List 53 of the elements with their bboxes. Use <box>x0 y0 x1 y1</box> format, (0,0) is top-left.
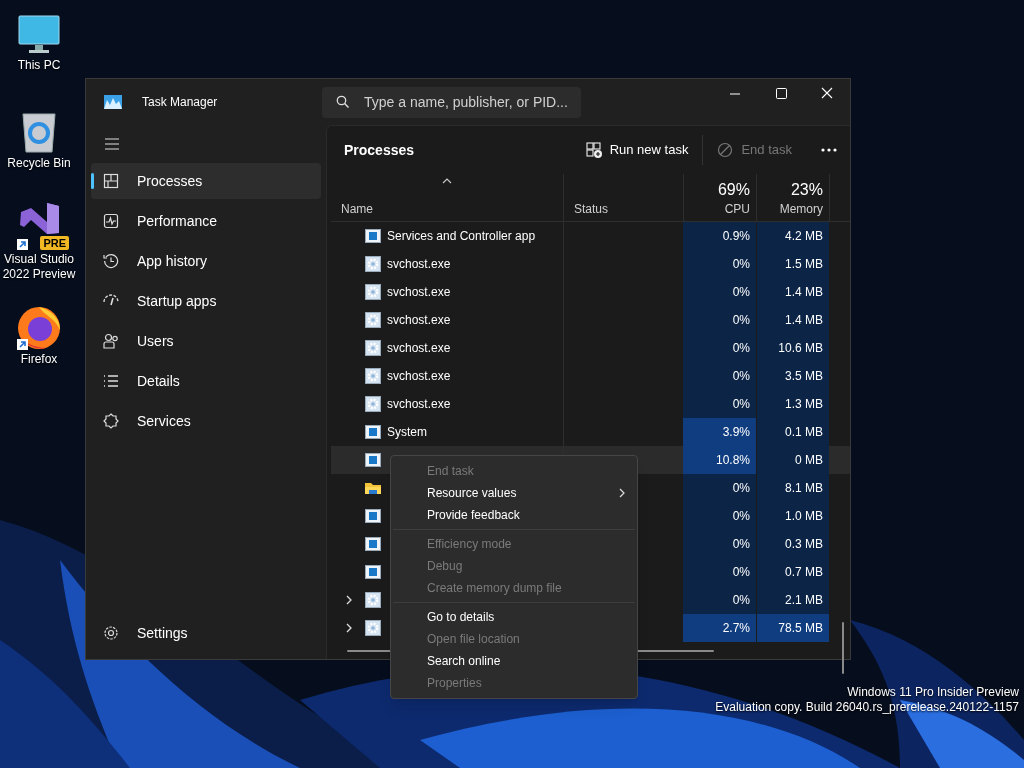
cpu-cell: 0% <box>683 474 756 502</box>
memory-cell: 0.1 MB <box>756 418 829 446</box>
desktop-icon-label: This PC <box>17 58 61 73</box>
memory-cell: 1.4 MB <box>756 278 829 306</box>
cpu-cell: 0% <box>683 586 756 614</box>
cpu-cell: 0% <box>683 362 756 390</box>
process-name: svchost.exe <box>387 368 451 385</box>
memory-cell: 0 MB <box>756 446 829 474</box>
cpu-cell: 0% <box>683 250 756 278</box>
column-label: CPU <box>724 201 750 217</box>
process-name: System <box>387 424 427 441</box>
memory-cell: 1.5 MB <box>756 250 829 278</box>
memory-cell: 2.1 MB <box>756 586 829 614</box>
window-title: Task Manager <box>142 94 219 111</box>
memory-cell: 78.5 MB <box>756 614 829 642</box>
memory-cell: 1.3 MB <box>756 390 829 418</box>
process-name: svchost.exe <box>387 284 451 301</box>
cpu-cell: 0% <box>683 334 756 362</box>
memory-cell: 4.2 MB <box>756 222 829 250</box>
process-name: svchost.exe <box>387 396 451 413</box>
cpu-cell: 0% <box>683 530 756 558</box>
memory-cell: 10.6 MB <box>756 334 829 362</box>
cpu-cell: 0% <box>683 306 756 334</box>
cpu-cell: 0% <box>683 390 756 418</box>
cpu-cell: 0% <box>683 502 756 530</box>
memory-cell: 3.5 MB <box>756 362 829 390</box>
system-notice-text: Evaluation copy. Build 26040.rs_prerelease.240122-1157 <box>715 700 1019 715</box>
desktop-icon-label: Recycle Bin <box>7 156 71 171</box>
system-notice-text: Windows 11 Pro Insider Preview <box>847 685 1019 700</box>
cpu-cell: 2.7% <box>683 614 756 642</box>
memory-cell: 0.7 MB <box>756 558 829 586</box>
cpu-cell: 0.9% <box>683 222 756 250</box>
desktop-icon-label: Firefox <box>20 352 58 367</box>
process-name: Services and Controller app <box>387 228 536 245</box>
column-label: Status <box>574 201 610 217</box>
cpu-cell: 0% <box>683 558 756 586</box>
desktop-icon-label: Visual Studio 2022 Preview <box>1 252 77 282</box>
process-name: svchost.exe <box>387 312 451 329</box>
memory-cell: 0.3 MB <box>756 530 829 558</box>
memory-cell: 1.0 MB <box>756 502 829 530</box>
preview-badge: PRE <box>40 236 69 250</box>
cpu-cell: 0% <box>683 278 756 306</box>
cpu-cell: 3.9% <box>683 418 756 446</box>
process-name: svchost.exe <box>387 256 451 273</box>
column-label: Name <box>341 201 374 217</box>
page-title: Processes <box>344 140 415 160</box>
process-name: svchost.exe <box>387 340 451 357</box>
column-total: 69% <box>717 180 750 200</box>
memory-cell: 8.1 MB <box>756 474 829 502</box>
cpu-cell: 10.8% <box>683 446 756 474</box>
memory-cell: 1.4 MB <box>756 306 829 334</box>
column-total: 23% <box>790 180 823 200</box>
column-label: Memory <box>779 201 823 217</box>
